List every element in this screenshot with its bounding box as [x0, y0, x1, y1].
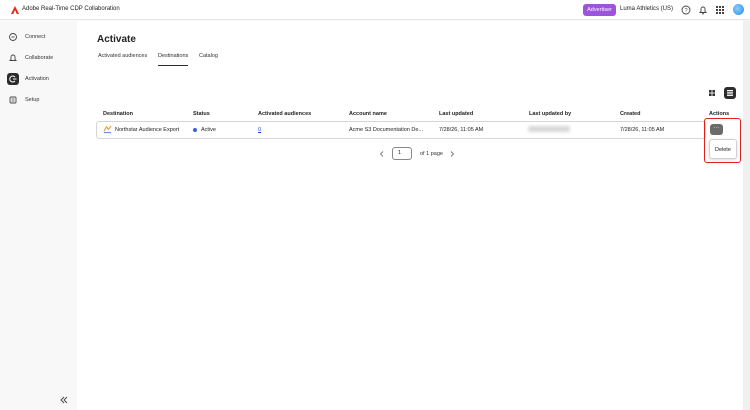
- apps-grid-icon[interactable]: [715, 5, 725, 15]
- column-header-last-updated[interactable]: Last updated: [439, 111, 473, 117]
- last-updated: 7/28/26, 11:05 AM: [439, 127, 484, 133]
- status-text: Active: [201, 127, 216, 133]
- collapse-sidebar-icon[interactable]: [60, 396, 68, 404]
- previous-page-icon[interactable]: [378, 150, 386, 158]
- sidebar-item-setup[interactable]: Setup: [6, 93, 72, 107]
- svg-text:?: ?: [684, 8, 687, 14]
- sidebar-item-label: Setup: [25, 97, 40, 103]
- help-icon[interactable]: ?: [681, 5, 691, 15]
- tab-destinations[interactable]: Destinations: [158, 53, 188, 59]
- grid-view-button[interactable]: [706, 87, 718, 99]
- status-indicator: [193, 128, 197, 132]
- page-title: Activate: [97, 34, 136, 45]
- delete-menu-item[interactable]: Delete: [715, 147, 731, 153]
- adobe-logo-icon[interactable]: [11, 6, 19, 14]
- column-header-actions: Actions: [709, 111, 730, 117]
- column-header-activated-audiences[interactable]: Activated audiences: [258, 111, 311, 117]
- app-title[interactable]: Adobe Real-Time CDP Collaboration: [22, 6, 120, 12]
- sidebar-item-connect[interactable]: Connect: [6, 30, 72, 44]
- column-header-destination[interactable]: Destination: [103, 111, 133, 117]
- sidebar-item-label: Activation: [25, 76, 49, 82]
- created-date: 7/28/26, 11:05 AM: [620, 127, 665, 133]
- destination-name[interactable]: Northstar Audience Export: [115, 127, 179, 133]
- sidebar: Connect Collaborate Activation Setup: [0, 21, 77, 410]
- table-view-icon: [727, 90, 733, 96]
- tab-activated-audiences[interactable]: Activated audiences: [98, 53, 147, 59]
- column-header-account-name[interactable]: Account name: [349, 111, 387, 117]
- column-header-last-updated-by[interactable]: Last updated by: [529, 111, 571, 117]
- account-name: Acme S3 Documentation De...: [349, 127, 423, 133]
- activated-audiences-link[interactable]: 0: [258, 127, 261, 133]
- main-content: Activate Activated audiences Destination…: [77, 21, 743, 410]
- column-header-created[interactable]: Created: [620, 111, 640, 117]
- avatar[interactable]: [733, 4, 744, 15]
- last-updated-by-redacted: [528, 126, 570, 132]
- scrollbar-track[interactable]: [743, 21, 750, 410]
- top-bar: Adobe Real-Time CDP Collaboration Advert…: [0, 0, 750, 20]
- actions-menu: Delete: [709, 139, 737, 159]
- next-page-icon[interactable]: [448, 150, 456, 158]
- table-view-button[interactable]: [724, 87, 736, 99]
- bell-outline-icon: [8, 54, 18, 61]
- active-tab-indicator: [158, 65, 188, 66]
- activation-icon: [7, 73, 19, 85]
- tab-catalog[interactable]: Catalog: [199, 53, 218, 59]
- column-header-status[interactable]: Status: [193, 111, 210, 117]
- setup-icon: [9, 96, 17, 104]
- org-switcher[interactable]: Luma Athletics (US): [620, 6, 673, 12]
- grid-view-icon: [709, 90, 715, 96]
- page-count-text: of 1 page: [420, 151, 443, 157]
- sidebar-item-label: Connect: [25, 34, 46, 40]
- connect-icon: [9, 33, 17, 41]
- page-number-input[interactable]: 1: [392, 147, 412, 160]
- role-badge[interactable]: Advertiser: [583, 4, 616, 16]
- more-actions-button[interactable]: ···: [710, 124, 723, 135]
- sidebar-item-collaborate[interactable]: Collaborate: [6, 51, 72, 65]
- bell-icon[interactable]: [698, 5, 708, 15]
- sidebar-item-label: Collaborate: [25, 55, 54, 61]
- destination-logo-icon: [103, 125, 112, 134]
- sidebar-item-activation[interactable]: Activation: [6, 72, 72, 86]
